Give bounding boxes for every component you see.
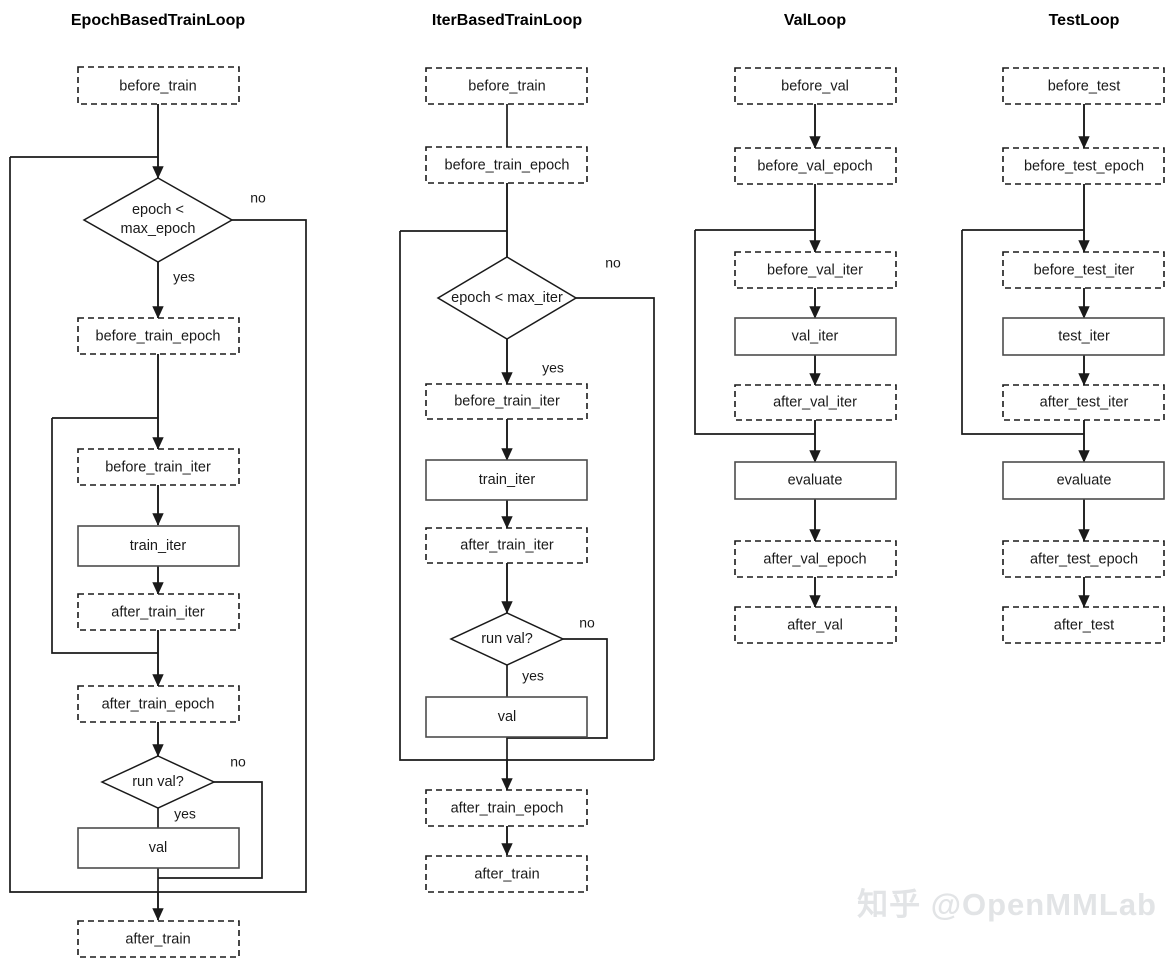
node-c3-after-val: after_val — [734, 606, 897, 644]
node-c1-run-val-cond: run val? — [100, 755, 216, 809]
node-c3-before-val: before_val — [734, 67, 897, 105]
node-label: after_train — [474, 866, 539, 882]
edge-label-c2-iter-no: no — [605, 255, 621, 271]
node-c4-after-test: after_test — [1002, 606, 1165, 644]
node-label: test_iter — [1058, 328, 1110, 344]
node-c3-val-iter: val_iter — [734, 317, 897, 356]
node-c1-before-train-iter: before_train_iter — [77, 448, 240, 486]
node-label: val_iter — [792, 328, 839, 344]
node-c4-evaluate: evaluate — [1002, 461, 1165, 500]
node-label: after_val_epoch — [763, 551, 866, 567]
node-c2-train-iter: train_iter — [425, 459, 588, 501]
node-label: before_val_iter — [767, 262, 863, 278]
node-label: val — [498, 709, 517, 725]
node-label: run val? — [132, 774, 184, 790]
node-c2-before-train-iter: before_train_iter — [425, 383, 588, 420]
node-label: after_test — [1054, 617, 1114, 633]
node-c3-before-val-iter: before_val_iter — [734, 251, 897, 289]
node-c4-before-test-iter: before_test_iter — [1002, 251, 1165, 289]
node-label: before_val — [781, 78, 849, 94]
node-label: before_train_iter — [105, 459, 211, 475]
node-label: after_val — [787, 617, 843, 633]
node-label: after_train_iter — [460, 537, 554, 553]
node-label: train_iter — [479, 472, 536, 488]
node-c4-test-iter: test_iter — [1002, 317, 1165, 356]
node-c1-train-iter: train_iter — [77, 525, 240, 567]
node-label: after_test_iter — [1040, 394, 1129, 410]
node-label: epoch < max_iter — [451, 290, 563, 306]
node-c2-before-train-epoch: before_train_epoch — [425, 146, 588, 184]
node-c1-before-train: before_train — [77, 66, 240, 105]
node-label: after_train_iter — [111, 604, 205, 620]
node-label: before_test_iter — [1034, 262, 1135, 278]
column-epoch-based-train-loop: before_train epoch < max_epoch no yes be… — [9, 66, 307, 958]
edge-label-epoch-yes: yes — [173, 269, 195, 285]
node-label: after_test_epoch — [1030, 551, 1138, 567]
node-c2-after-train-epoch: after_train_epoch — [425, 789, 588, 827]
edge-label-val-no: no — [230, 754, 246, 770]
node-label: before_train — [468, 78, 545, 94]
edge-label-epoch-no: no — [250, 190, 266, 206]
flowchart-canvas: EpochBasedTrainLoop IterBasedTrainLoop V… — [0, 0, 1165, 960]
node-label: before_train_iter — [454, 393, 560, 409]
column-title-epoch-based-train-loop: EpochBasedTrainLoop — [71, 12, 245, 29]
node-c1-after-train: after_train — [77, 920, 240, 958]
node-label: evaluate — [788, 472, 843, 488]
node-c2-val: val — [425, 696, 588, 738]
edge-label-c2-val-no: no — [579, 615, 595, 631]
node-label: before_train_epoch — [96, 328, 221, 344]
node-c4-before-test: before_test — [1002, 67, 1165, 105]
node-c4-after-test-epoch: after_test_epoch — [1002, 540, 1165, 578]
edge-label-c2-iter-yes: yes — [542, 360, 564, 376]
node-c1-before-train-epoch: before_train_epoch — [77, 317, 240, 355]
column-val-loop: before_val before_val_epoch before_val_i… — [694, 67, 897, 644]
node-label: after_train_epoch — [102, 696, 215, 712]
node-label: val — [149, 840, 168, 856]
node-c1-epoch-cond: epoch < max_epoch — [82, 177, 234, 263]
column-test-loop: before_test before_test_epoch before_tes… — [961, 67, 1165, 644]
node-label: before_test — [1048, 78, 1121, 94]
node-c2-after-train: after_train — [425, 855, 588, 893]
node-c2-after-train-iter: after_train_iter — [425, 527, 588, 564]
flowchart-svg: EpochBasedTrainLoop IterBasedTrainLoop V… — [9, 12, 1165, 958]
node-c2-run-val-cond: run val? — [449, 612, 565, 666]
edge-label-val-yes: yes — [174, 806, 196, 822]
watermark: 知乎 @OpenMMLab — [857, 887, 1157, 922]
column-title-val-loop: ValLoop — [784, 12, 846, 29]
node-c3-before-val-epoch: before_val_epoch — [734, 147, 897, 185]
node-c3-after-val-iter: after_val_iter — [734, 384, 897, 421]
node-c2-before-train: before_train — [425, 67, 588, 105]
node-c2-iter-cond: epoch < max_iter — [436, 256, 578, 340]
node-label: before_val_epoch — [757, 158, 872, 174]
node-label-line1: epoch < — [132, 202, 184, 218]
node-label: after_val_iter — [773, 394, 857, 410]
node-c1-after-train-epoch: after_train_epoch — [77, 685, 240, 723]
node-label: before_train — [119, 78, 196, 94]
node-label: train_iter — [130, 538, 187, 554]
node-c1-val: val — [77, 827, 240, 869]
edge-label-c2-val-yes: yes — [522, 668, 544, 684]
node-label: evaluate — [1057, 472, 1112, 488]
node-label: before_test_epoch — [1024, 158, 1144, 174]
node-c3-after-val-epoch: after_val_epoch — [734, 540, 897, 578]
node-c1-after-train-iter: after_train_iter — [77, 593, 240, 631]
node-label-line2: max_epoch — [121, 221, 196, 237]
node-c4-before-test-epoch: before_test_epoch — [1002, 147, 1165, 185]
column-title-iter-based-train-loop: IterBasedTrainLoop — [432, 12, 582, 29]
column-iter-based-train-loop: before_train before_train_epoch epoch < … — [399, 67, 655, 893]
node-label: run val? — [481, 631, 533, 647]
column-title-test-loop: TestLoop — [1049, 12, 1120, 29]
node-label: before_train_epoch — [445, 157, 570, 173]
node-c3-evaluate: evaluate — [734, 461, 897, 500]
node-label: after_train_epoch — [451, 800, 564, 816]
node-label: after_train — [125, 931, 190, 947]
node-c4-after-test-iter: after_test_iter — [1002, 384, 1165, 421]
